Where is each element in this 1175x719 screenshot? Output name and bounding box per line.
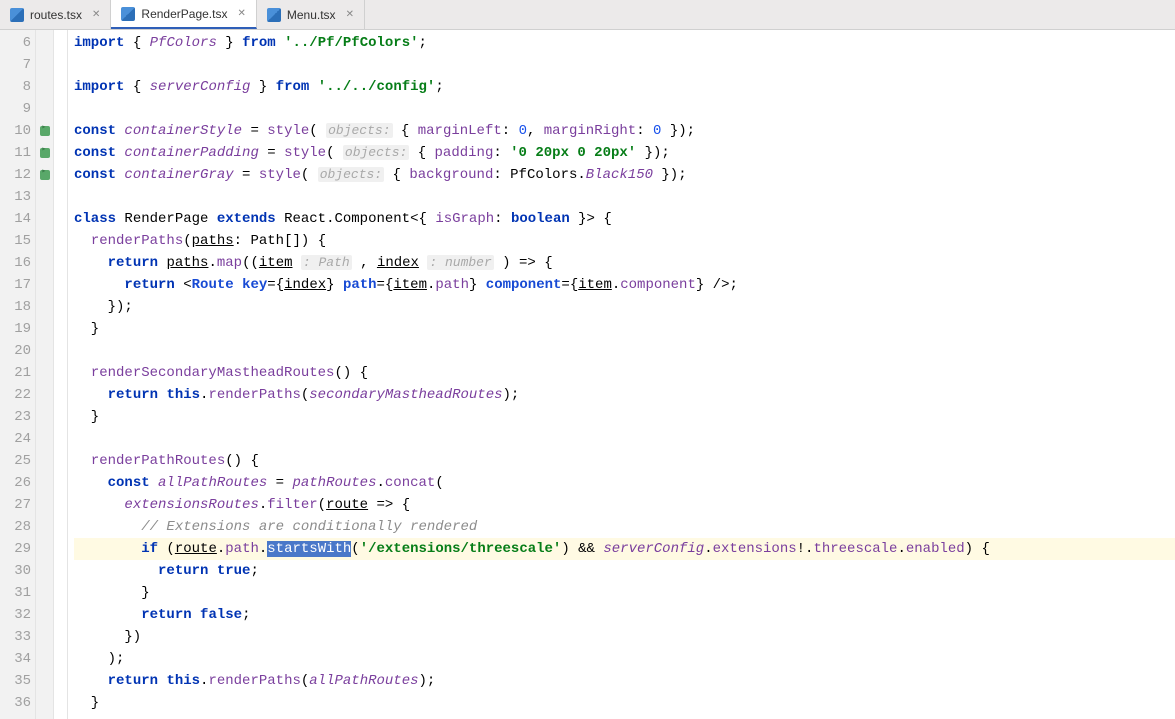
code-line[interactable]: }	[74, 582, 1175, 604]
code-line[interactable]: const allPathRoutes = pathRoutes.concat(	[74, 472, 1175, 494]
code-line[interactable]: renderPathRoutes() {	[74, 450, 1175, 472]
code-line[interactable]	[74, 428, 1175, 450]
code-line-highlighted[interactable]: if (route.path.startsWith('/extensions/t…	[74, 538, 1175, 560]
code-line[interactable]: })	[74, 626, 1175, 648]
code-line[interactable]: import { PfColors } from '../Pf/PfColors…	[74, 32, 1175, 54]
code-line[interactable]: extensionsRoutes.filter(route => {	[74, 494, 1175, 516]
code-line[interactable]: }	[74, 692, 1175, 714]
code-line[interactable]: }	[74, 318, 1175, 340]
code-line[interactable]: return this.renderPaths(allPathRoutes);	[74, 670, 1175, 692]
code-line[interactable]	[74, 186, 1175, 208]
close-icon[interactable]: ✕	[346, 9, 354, 20]
line-numbers: 6789101112131415161718192021222324252627…	[0, 30, 36, 719]
tsx-icon	[10, 8, 24, 22]
editor-area[interactable]: 6789101112131415161718192021222324252627…	[0, 30, 1175, 719]
code-line[interactable]	[74, 340, 1175, 362]
tab-routes[interactable]: routes.tsx ✕	[0, 0, 111, 29]
code-line[interactable]: return true;	[74, 560, 1175, 582]
code-line[interactable]	[74, 714, 1175, 719]
code-line[interactable]: // Extensions are conditionally rendered	[74, 516, 1175, 538]
code-line[interactable]: return false;	[74, 604, 1175, 626]
selection: startsWith	[267, 541, 351, 557]
tsx-icon	[121, 7, 135, 21]
code-line[interactable]: const containerPadding = style( objects:…	[74, 142, 1175, 164]
code-line[interactable]: renderPaths(paths: Path[]) {	[74, 230, 1175, 252]
vcs-modified-icon	[40, 126, 50, 136]
code-line[interactable]: }	[74, 406, 1175, 428]
tab-label: RenderPage.tsx	[141, 7, 227, 21]
code-line[interactable]: import { serverConfig } from '../../conf…	[74, 76, 1175, 98]
tab-renderpage[interactable]: RenderPage.tsx ✕	[111, 0, 256, 29]
close-icon[interactable]: ✕	[92, 9, 100, 20]
tsx-icon	[267, 8, 281, 22]
code-line[interactable]: return <Route key={index} path={item.pat…	[74, 274, 1175, 296]
close-icon[interactable]: ✕	[237, 8, 245, 19]
code-line[interactable]: });	[74, 296, 1175, 318]
code-body[interactable]: import { PfColors } from '../Pf/PfColors…	[68, 30, 1175, 719]
tab-label: routes.tsx	[30, 8, 82, 22]
fold-column	[54, 30, 68, 719]
vcs-modified-icon	[40, 148, 50, 158]
marker-column	[36, 30, 54, 719]
code-line[interactable]: renderSecondaryMastheadRoutes() {	[74, 362, 1175, 384]
code-line[interactable]	[74, 54, 1175, 76]
code-line[interactable]: const containerStyle = style( objects: {…	[74, 120, 1175, 142]
tab-label: Menu.tsx	[287, 8, 336, 22]
code-line[interactable]: const containerGray = style( objects: { …	[74, 164, 1175, 186]
tab-menu[interactable]: Menu.tsx ✕	[257, 0, 365, 29]
code-line[interactable]: );	[74, 648, 1175, 670]
editor-tabs: routes.tsx ✕ RenderPage.tsx ✕ Menu.tsx ✕	[0, 0, 1175, 30]
code-line[interactable]: class RenderPage extends React.Component…	[74, 208, 1175, 230]
vcs-modified-icon	[40, 170, 50, 180]
code-line[interactable]	[74, 98, 1175, 120]
code-line[interactable]: return this.renderPaths(secondaryMasthea…	[74, 384, 1175, 406]
code-line[interactable]: return paths.map((item : Path , index : …	[74, 252, 1175, 274]
